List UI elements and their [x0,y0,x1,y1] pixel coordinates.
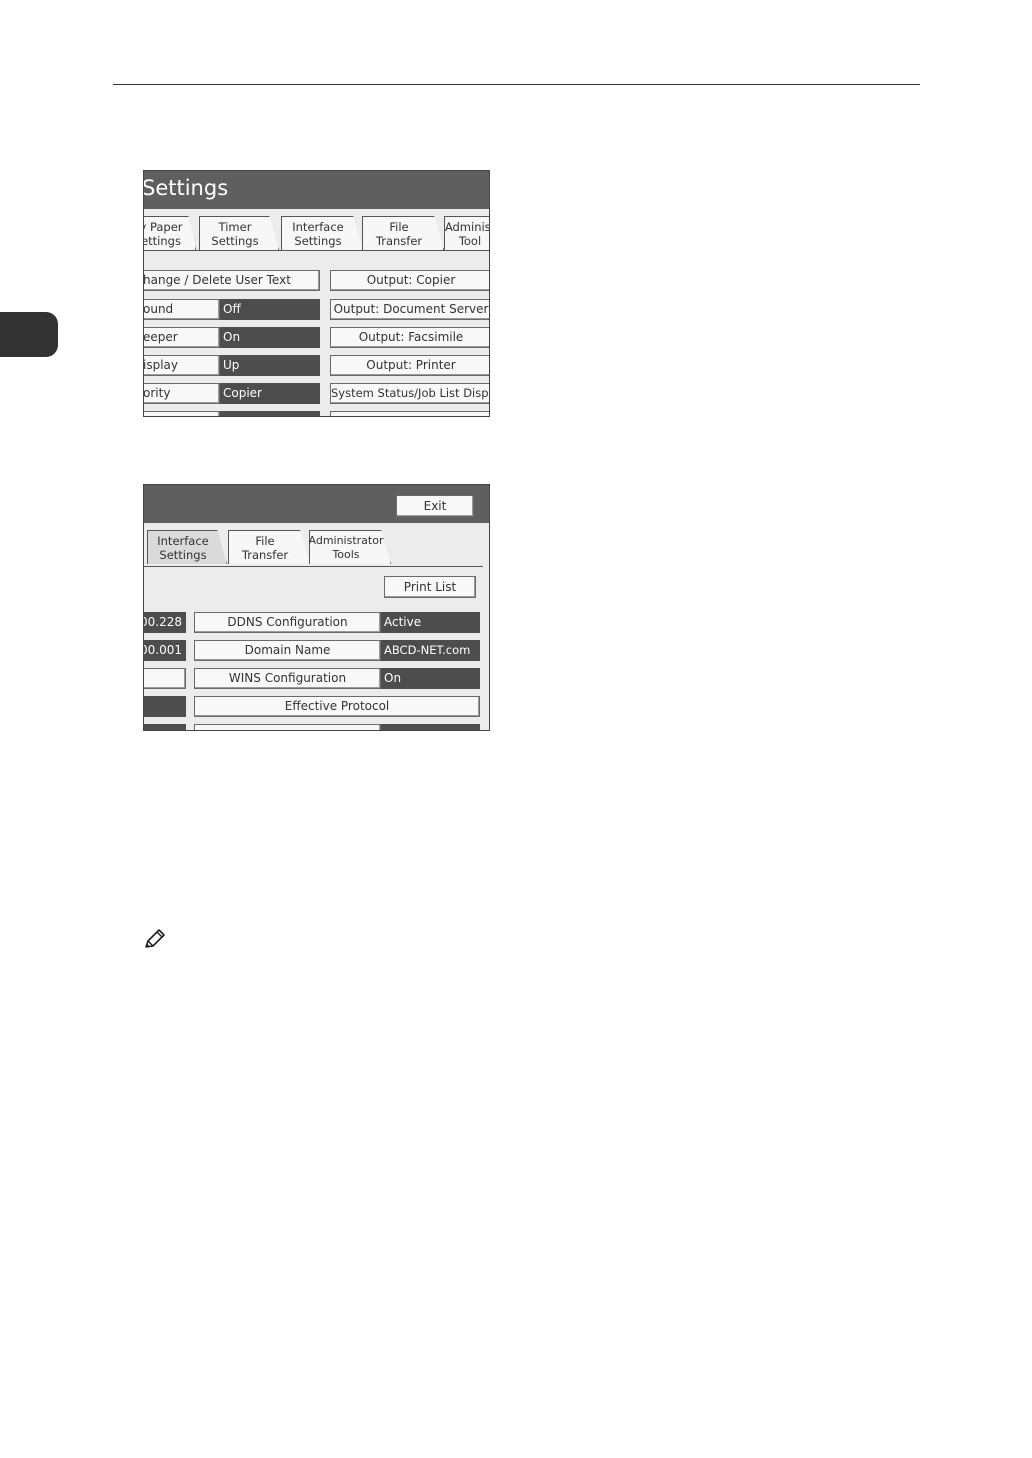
tab-divider [144,250,489,251]
domain-name-button[interactable]: Domain Name [194,640,381,661]
output-printer-button[interactable]: Output: Printer [330,355,489,376]
next-row-value-partial [381,724,480,730]
ddns-configuration-button[interactable]: DDNS Configuration [194,612,381,633]
tab-paper-settings[interactable]: y Paper ettings [144,216,196,250]
output-facsimile-button[interactable]: Output: Facsimile [330,327,489,348]
output-document-server-button[interactable]: Output: Document Server [330,299,489,320]
left-row-button-partial[interactable] [144,668,186,689]
tab-timer-settings[interactable]: Timer Settings [199,216,279,250]
priority-label[interactable]: ority [144,383,220,404]
print-list-button[interactable]: Print List [384,576,476,598]
exit-button[interactable]: Exit [396,495,474,517]
header-rule [113,84,920,85]
subnet-mask-value: 00.001 [144,640,186,661]
tab-interface-settings[interactable]: Interface Settings [147,530,227,564]
tab-divider [144,566,483,567]
left-row-value-partial [144,696,186,717]
wins-configuration-value: On [381,668,480,689]
tab-file-transfer[interactable]: File Transfer [228,530,310,564]
sound-value: Off [220,299,320,320]
output-copier-button[interactable]: Output: Copier [330,270,489,291]
tab-administrator-tools[interactable]: Administ Tool [444,216,489,250]
title-bar: Exit [144,485,489,523]
next-row-value-partial [220,411,320,416]
sound-label[interactable]: ound [144,299,220,320]
screen-title: Settings [143,176,229,200]
tab-interface-settings[interactable]: Interface Settings [281,216,363,250]
system-status-job-list-display-button[interactable]: System Status/Job List Display [330,383,489,404]
ip-address-value: 00.228 [144,612,186,633]
tab-administrator-tools[interactable]: Administrator Tools [309,530,391,564]
next-row-label-partial[interactable] [144,411,220,416]
next-left-value-partial [144,724,186,730]
settings-screen-1: Settings y Paper ettings Timer Settings … [143,170,490,417]
chapter-side-tab [0,312,58,357]
tab-file-transfer[interactable]: File Transfer [362,216,444,250]
pencil-note-icon [145,929,165,948]
beeper-label[interactable]: eeper [144,327,220,348]
title-bar: Settings [144,171,489,209]
wins-configuration-button[interactable]: WINS Configuration [194,668,381,689]
ddns-configuration-value: Active [381,612,480,633]
display-value: Up [220,355,320,376]
next-row-button-partial[interactable] [330,411,489,416]
domain-name-value: ABCD-NET.com [381,640,480,661]
beeper-value: On [220,327,320,348]
change-delete-user-text-button[interactable]: hange / Delete User Text [144,270,320,291]
effective-protocol-button[interactable]: Effective Protocol [194,696,480,717]
display-label[interactable]: isplay [144,355,220,376]
next-row-button-partial[interactable] [194,724,381,730]
interface-settings-screen: Exit Interface Settings File Transfer Ad… [143,484,490,731]
priority-value: Copier [220,383,320,404]
